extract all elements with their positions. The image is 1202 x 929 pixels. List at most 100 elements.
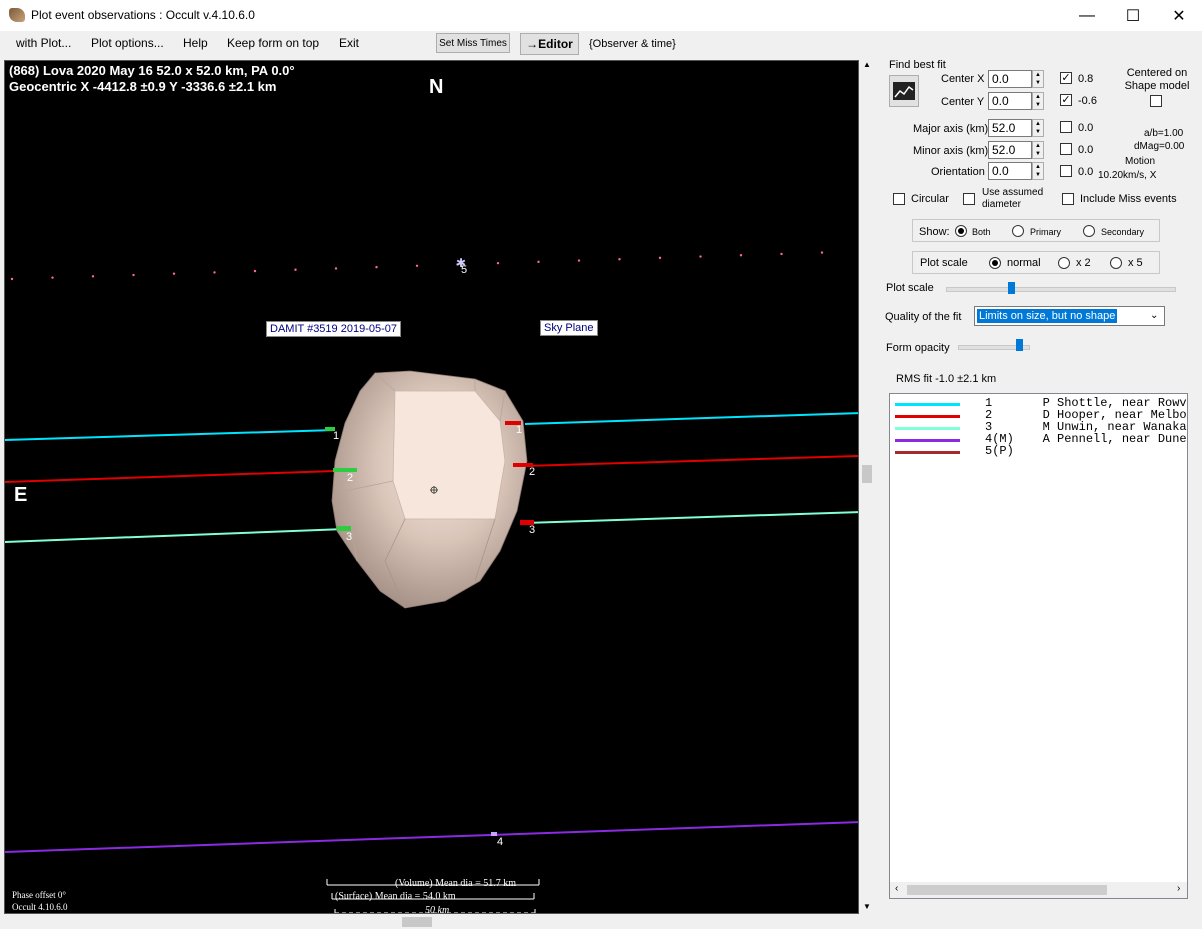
menu-plot-options[interactable]: Plot options... — [91, 36, 164, 50]
chord-5-dot — [253, 269, 257, 273]
legend-horizontal-scrollbar[interactable]: ‹ › — [890, 882, 1187, 898]
legend-swatch-5 — [895, 451, 960, 454]
chord-label-1-right: 1 — [516, 424, 523, 436]
center-y-input[interactable]: 0.0 — [988, 92, 1032, 110]
occult-version-label: Occult 4.10.6.0 — [12, 902, 68, 912]
form-opacity-slider-thumb[interactable] — [1015, 339, 1023, 351]
plot-horizontal-scrollbar[interactable] — [0, 914, 860, 929]
center-y-result: -0.6 — [1078, 95, 1097, 107]
menu-help[interactable]: Help — [183, 36, 208, 50]
centered-on-shape-checkbox[interactable] — [1150, 95, 1162, 107]
plot-header-line-1: (868) Lova 2020 May 16 52.0 x 52.0 km, P… — [9, 63, 295, 78]
show-both-radio[interactable] — [955, 225, 967, 237]
quality-select[interactable]: Limits on size, but no shape ⌄ — [974, 306, 1165, 326]
chord-2-right — [524, 455, 858, 467]
orientation-input[interactable]: 0.0 — [988, 162, 1032, 180]
major-axis-input[interactable]: 52.0 — [988, 119, 1032, 137]
use-assumed-diameter-checkbox[interactable] — [963, 193, 975, 205]
set-miss-times-button[interactable]: Set Miss Times — [436, 33, 510, 53]
chord-5-dot — [699, 255, 702, 258]
motion-label: Motion — [1125, 156, 1156, 167]
chord-5-dot — [577, 259, 581, 262]
menu-with-plot[interactable]: with Plot... — [16, 36, 71, 50]
chord-5-dot — [51, 276, 54, 279]
scroll-up-icon[interactable]: ▲ — [863, 60, 871, 69]
plot-scale-normal-label: normal — [1007, 257, 1041, 269]
chord-5-dot — [172, 272, 176, 275]
center-y-label: Center Y — [941, 96, 985, 108]
chevron-down-icon: ⌄ — [1150, 310, 1159, 321]
maximize-button[interactable]: ☐ — [1110, 0, 1156, 31]
motion-value: 10.20km/s, X — [1098, 170, 1157, 181]
plot-scale-x5-radio[interactable] — [1110, 257, 1122, 269]
chord-5-dot — [415, 264, 419, 267]
plot-scale-slider-thumb[interactable] — [1007, 282, 1015, 294]
minor-axis-checkbox[interactable] — [1060, 143, 1072, 155]
ab-ratio: a/b=1.00 — [1144, 128, 1184, 139]
chord-5-dot — [91, 275, 95, 278]
plot-scale-slider-label: Plot scale — [886, 282, 934, 294]
plot-graphics: ✱ — [5, 251, 858, 913]
window-title: Plot event observations : Occult v.4.10.… — [31, 8, 255, 22]
circular-checkbox[interactable] — [893, 193, 905, 205]
centered-on-shape-label: Centered on Shape model — [1124, 67, 1190, 92]
chord-3-right — [524, 511, 858, 524]
legend-swatch-2 — [895, 415, 960, 418]
find-best-fit-button[interactable] — [889, 75, 919, 107]
circular-label: Circular — [911, 193, 949, 205]
plot-canvas[interactable]: ✱ (868) Lova 2020 May 16 52.0 x 52.0 km,… — [4, 60, 859, 914]
editor-button[interactable]: →Editor — [520, 33, 579, 55]
chord-label-1-left: 1 — [333, 430, 340, 442]
scale-bar-label: 50 km — [425, 905, 450, 914]
legend-row-5[interactable]: 5(P) — [890, 444, 1187, 458]
close-button[interactable]: ✕ — [1156, 0, 1202, 31]
orientation-spinner[interactable]: ▲ ▼ — [1032, 162, 1044, 180]
show-secondary-radio[interactable] — [1083, 225, 1095, 237]
include-miss-events-checkbox[interactable] — [1062, 193, 1074, 205]
plot-scale-slider-track[interactable] — [946, 287, 1176, 292]
show-both-label: Both — [972, 227, 991, 237]
chord-1-right — [524, 412, 858, 425]
orientation-checkbox[interactable] — [1060, 165, 1072, 177]
minor-axis-spinner[interactable]: ▲ ▼ — [1032, 141, 1044, 159]
center-x-input[interactable]: 0.0 — [988, 70, 1032, 88]
include-miss-events-label: Include Miss events — [1080, 193, 1177, 205]
chord-5-dot — [780, 252, 783, 256]
north-indicator: N — [429, 76, 444, 98]
chord-5-dot — [537, 260, 540, 264]
quality-label: Quality of the fit — [885, 311, 962, 323]
major-axis-spinner[interactable]: ▲ ▼ — [1032, 119, 1044, 137]
use-assumed-diameter-label: Use assumed diameter — [982, 187, 1044, 210]
show-primary-radio[interactable] — [1012, 225, 1024, 237]
menu-exit[interactable]: Exit — [339, 36, 359, 50]
minimize-button[interactable]: — — [1064, 0, 1110, 31]
scroll-left-icon[interactable]: ‹ — [895, 883, 898, 894]
plot-vertical-scrollbar[interactable]: ▲ ▼ — [860, 60, 875, 914]
major-axis-label: Major axis (km) — [913, 123, 989, 135]
chord-5-dot — [658, 256, 662, 260]
chord-label-2-right: 2 — [529, 466, 536, 478]
form-opacity-label: Form opacity — [886, 342, 950, 354]
center-y-spinner[interactable]: ▲ ▼ — [1032, 92, 1044, 110]
hscroll-thumb[interactable] — [402, 917, 432, 927]
observer-legend-list[interactable]: 1 P Shottle, near Rowv 2 D Hooper, near … — [889, 393, 1188, 899]
center-y-checkbox[interactable]: ✓ — [1060, 94, 1072, 106]
menu-keep-form-on-top[interactable]: Keep form on top — [227, 36, 319, 50]
scroll-right-icon[interactable]: › — [1177, 883, 1180, 894]
observer-time-menu[interactable]: {Observer & time} — [589, 38, 676, 50]
plot-scale-normal-radio[interactable] — [989, 257, 1001, 269]
major-axis-result: 0.0 — [1078, 122, 1094, 134]
chord-5-dot — [618, 258, 621, 261]
scroll-down-icon[interactable]: ▼ — [863, 902, 871, 911]
major-axis-checkbox[interactable] — [1060, 121, 1072, 133]
chart-fit-icon — [893, 82, 915, 100]
minor-axis-input[interactable]: 52.0 — [988, 141, 1032, 159]
plot-scale-x2-radio[interactable] — [1058, 257, 1070, 269]
center-x-checkbox[interactable]: ✓ — [1060, 72, 1072, 84]
chord-5-dot — [132, 273, 135, 277]
center-x-spinner[interactable]: ▲ ▼ — [1032, 70, 1044, 88]
chord-5-dot — [496, 261, 500, 265]
legend-scroll-thumb[interactable] — [907, 885, 1107, 895]
scroll-thumb[interactable] — [862, 465, 872, 483]
legend-swatch-1 — [895, 403, 960, 406]
